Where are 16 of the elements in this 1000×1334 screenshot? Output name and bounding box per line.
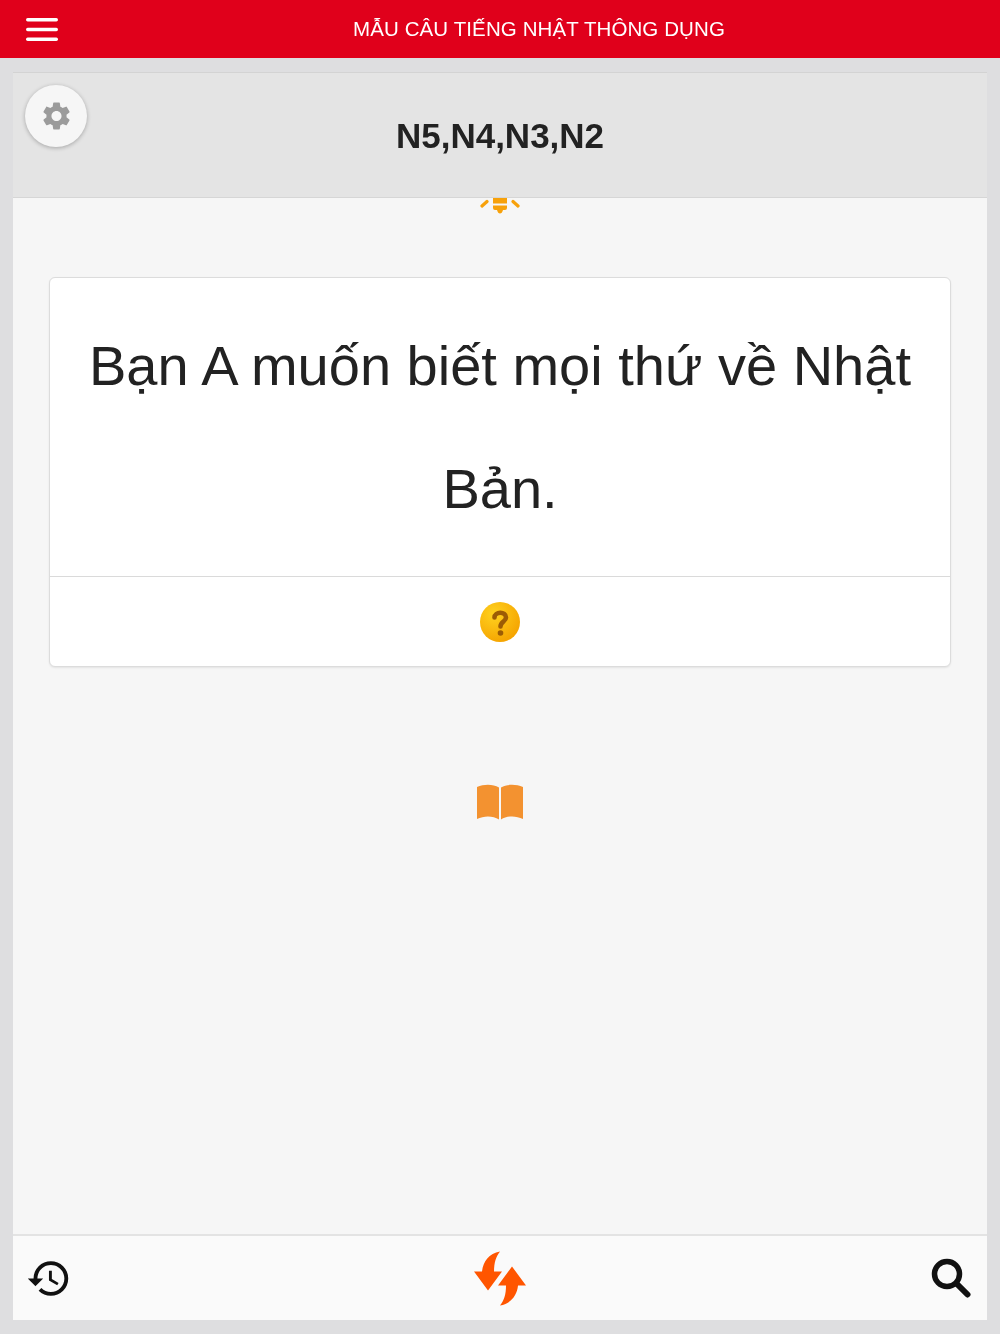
menu-button[interactable]	[26, 17, 58, 41]
history-button[interactable]	[27, 1259, 69, 1297]
sentence-text: Bạn A muốn biết mọi thứ về Nhật Bản.	[50, 278, 950, 577]
open-book-icon	[476, 784, 524, 820]
refresh-button[interactable]	[473, 1250, 527, 1306]
settings-icon	[42, 102, 70, 130]
lightbulb-icon	[480, 198, 520, 214]
level-title: N5,N4,N3,N2	[395, 115, 605, 156]
search-icon	[931, 1258, 971, 1298]
refresh-icon	[473, 1250, 527, 1306]
settings-button[interactable]	[25, 85, 87, 147]
search-button[interactable]	[931, 1258, 971, 1298]
history-icon	[27, 1259, 69, 1297]
menu-icon	[26, 17, 58, 41]
help-icon[interactable]	[480, 601, 520, 642]
app-title: MẪU CÂU TIẾNG NHẬT THÔNG DỤNG	[352, 17, 726, 41]
